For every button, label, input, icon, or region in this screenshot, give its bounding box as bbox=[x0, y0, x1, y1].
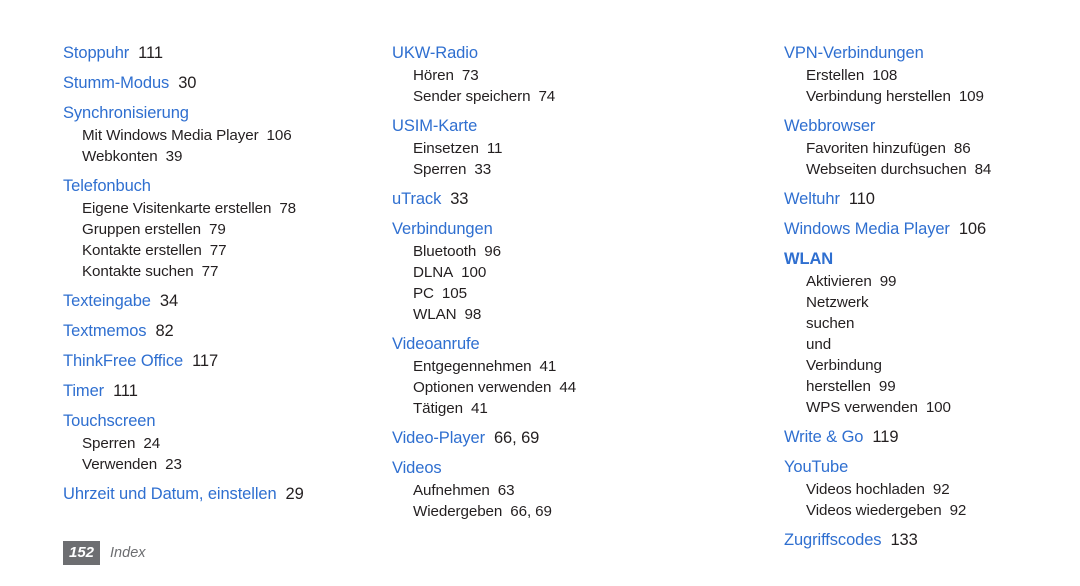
folio-number: 152 bbox=[63, 541, 101, 565]
index-columns: Stoppuhr 111 Stumm-Modus 30 Synchronisierung… bbox=[0, 0, 1080, 551]
index-subentry-page-number: 86 bbox=[953, 140, 971, 157]
index-subentry[interactable]: Favoriten hinzufügen 86 bbox=[784, 138, 971, 159]
index-subentry-page-number: 99 bbox=[878, 378, 896, 395]
index-subentry-page-number: 108 bbox=[872, 67, 898, 84]
index-subentry[interactable]: Videos hochladen 92 bbox=[784, 479, 950, 500]
index-entry-page-number: 106 bbox=[958, 220, 987, 238]
page-footer: 152 Index bbox=[63, 541, 146, 565]
index-subentry[interactable]: Netzwerk suchen und Verbindung herstelle… bbox=[784, 292, 896, 397]
index-entry-page-number: 119 bbox=[872, 428, 899, 446]
index-subentry-page-number: 99 bbox=[879, 273, 897, 290]
index-entry-page-number: 133 bbox=[890, 531, 918, 549]
index-subentry[interactable]: Verbindung herstellen 109 bbox=[784, 86, 984, 107]
index-subentry[interactable]: WPS verwenden 100 bbox=[784, 397, 951, 418]
index-subentry[interactable]: Webseiten durchsuchen 84 bbox=[784, 159, 991, 180]
index-page: Stoppuhr 111 Stumm-Modus 30 Synchronisierung… bbox=[0, 0, 1080, 586]
index-subentry-page-number: 84 bbox=[974, 161, 992, 178]
index-column-right: VPN-Verbindungen Erstellen 108 Verbindung h… bbox=[784, 44, 992, 549]
index-subentry[interactable]: Erstellen 108 bbox=[784, 65, 897, 86]
index-subentry-page-number: 92 bbox=[932, 481, 950, 498]
index-subentry-page-number: 109 bbox=[958, 88, 984, 105]
index-subentry[interactable]: Videos wiedergeben 92 bbox=[784, 500, 966, 521]
index-subentry[interactable]: Aktivieren 99 bbox=[784, 271, 896, 292]
index-subentry-page-number: 100 bbox=[925, 399, 951, 416]
index-entry-page-number: 110 bbox=[848, 190, 875, 208]
footer-section-label: Index bbox=[110, 545, 146, 561]
index-subentry-page-number: 92 bbox=[949, 502, 967, 519]
